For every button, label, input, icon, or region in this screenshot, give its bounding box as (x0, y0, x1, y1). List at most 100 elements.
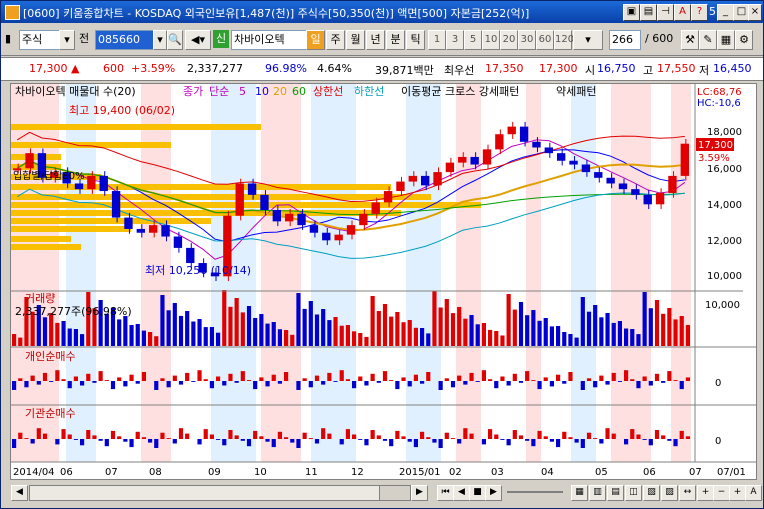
candle-body-7 (99, 175, 108, 192)
indiv-bar-58 (370, 373, 375, 381)
scroll-left-icon[interactable]: ◀ (11, 485, 28, 501)
minute-30[interactable]: 30 (518, 30, 536, 50)
indiv-bar-11 (80, 381, 85, 386)
volume-bar-24-0 (308, 301, 313, 346)
volume-bar-52-1 (661, 313, 666, 346)
indiv-bar-21 (141, 372, 146, 381)
period-3[interactable]: 년 (366, 30, 385, 50)
inst-bar-21 (141, 437, 146, 439)
minimize-icon[interactable]: _ (717, 4, 734, 21)
pin-icon[interactable]: ⊣ (657, 4, 674, 21)
view-icon-3[interactable]: ▤ (607, 485, 624, 501)
minute-dropdown[interactable]: ▾ (573, 30, 603, 50)
low-note: 최저 10,250 (10/14) (145, 264, 251, 277)
period-1[interactable]: 주 (326, 30, 345, 50)
font-up-icon[interactable]: + (729, 485, 746, 501)
open-label: 시 (585, 64, 596, 77)
candle-body-29 (371, 202, 380, 214)
type-dropdown-icon[interactable]: ▾ (59, 30, 75, 50)
hc-value: HC:-10,6 (697, 98, 741, 109)
title-bar[interactable]: [0600] 키움종합차트 - KOSDAQ 외국인보유[1,487(천)] 주… (1, 1, 763, 23)
chart-svg[interactable]: 차바이오텍 매물대 수(20) 종가 단순 5 10 20 60 상한선 하한선… (11, 84, 756, 479)
candle-body-39 (495, 134, 504, 150)
indiv-bar-30 (197, 370, 202, 381)
grid-icon[interactable]: ▦ (717, 30, 735, 50)
inst-bar-41 (265, 439, 270, 442)
legend-ma60: 60 (292, 85, 306, 98)
font-icon[interactable]: A (745, 485, 762, 501)
close-icon[interactable]: × (748, 4, 762, 21)
screen-icon[interactable]: ▤ (640, 4, 657, 21)
view-icon-2[interactable]: ▥ (589, 485, 606, 501)
inst-bar-58 (370, 430, 375, 439)
speaker-icon[interactable]: ◀▾ (185, 30, 211, 50)
settings-icon[interactable]: ⚙ (735, 30, 753, 50)
minute-60[interactable]: 60 (536, 30, 554, 50)
inst-bar-38 (246, 439, 252, 447)
period-0[interactable]: 일 (306, 30, 325, 50)
inst-bar-67 (426, 437, 431, 439)
minute-120[interactable]: 120 (554, 30, 574, 50)
chart-area[interactable]: 차바이오텍 매물대 수(20) 종가 단순 5 10 20 60 상한선 하한선… (10, 83, 757, 480)
legend-pattern: 이동평균 크로스 강세패턴 (401, 85, 519, 98)
price-pct: 3.59% (698, 153, 730, 164)
inst-bar-109 (685, 436, 690, 439)
inst-bar-59 (376, 435, 381, 439)
next-icon[interactable]: ▶ (485, 485, 502, 501)
view-icon-6[interactable]: ▨ (661, 485, 678, 501)
inst-bar-50 (321, 428, 326, 439)
legend-lower: 하한선 (354, 84, 384, 98)
alert-icon[interactable]: A (674, 4, 691, 21)
type-select[interactable]: 주식 (19, 30, 63, 50)
total-count: / 600 (645, 32, 674, 45)
search-icon[interactable]: 🔍 (167, 30, 183, 50)
volume-bar-0-1 (18, 337, 23, 346)
stop-icon[interactable]: ■ (469, 485, 486, 501)
xlabel-12: 05 (595, 467, 608, 478)
volume-bar-43-1 (549, 326, 554, 346)
view-icon-5[interactable]: ▧ (643, 485, 660, 501)
zoom-out-icon[interactable]: − (713, 485, 730, 501)
volume-profile-12 (11, 244, 81, 250)
indiv-bar-24 (160, 378, 165, 381)
inst-bar-74 (469, 433, 474, 439)
minute-20[interactable]: 20 (500, 30, 518, 50)
code-input[interactable]: 085660 (95, 30, 157, 50)
minute-10[interactable]: 10 (482, 30, 500, 50)
prev-label[interactable]: 전 (79, 30, 91, 48)
period-2[interactable]: 월 (346, 30, 365, 50)
chart-type-icon[interactable]: ▮ (5, 30, 15, 48)
candle-body-6 (87, 175, 96, 190)
draw-icon[interactable]: ✎ (699, 30, 717, 50)
minute-5[interactable]: 5 (464, 30, 482, 50)
scroll-right-icon[interactable]: ▶ (411, 485, 428, 501)
view-icon-1[interactable]: ▦ (571, 485, 588, 501)
period-4[interactable]: 분 (386, 30, 405, 50)
tool-icon[interactable]: ⚒ (681, 30, 699, 50)
prev-icon[interactable]: ◀ (453, 485, 470, 501)
volume-bar-53-0 (667, 308, 672, 346)
scroll-thumb[interactable] (379, 486, 410, 500)
indiv-bar-46 (296, 381, 301, 390)
view-icon-7[interactable]: ↔ (679, 485, 696, 501)
volume-bar-30-1 (389, 316, 394, 346)
count-input[interactable]: 266 (609, 30, 641, 50)
zoom-slider[interactable] (507, 491, 563, 493)
view-icon-4[interactable]: ◫ (625, 485, 642, 501)
indiv-bar-80 (506, 381, 511, 386)
period-5[interactable]: 틱 (406, 30, 425, 50)
indiv-bar-5 (42, 372, 48, 381)
volume-bar-16-1 (216, 332, 221, 346)
xlabel-3: 08 (149, 467, 162, 478)
first-icon[interactable]: ⏮ (437, 485, 454, 501)
link-icon[interactable]: ▣ (623, 4, 640, 21)
minute-1[interactable]: 1 (428, 30, 446, 50)
zoom-in-icon[interactable]: + (697, 485, 714, 501)
main-window: [0600] 키움종합차트 - KOSDAQ 외국인보유[1,487(천)] 주… (0, 0, 764, 509)
scrollbar[interactable] (29, 485, 411, 501)
volume-value: 2,337,277주(96,98%) (15, 305, 132, 318)
minute-3[interactable]: 3 (446, 30, 464, 50)
volume-bar-47-0 (593, 305, 598, 346)
code-dropdown-icon[interactable]: ▾ (153, 30, 167, 50)
help-icon[interactable]: ? (691, 4, 708, 21)
